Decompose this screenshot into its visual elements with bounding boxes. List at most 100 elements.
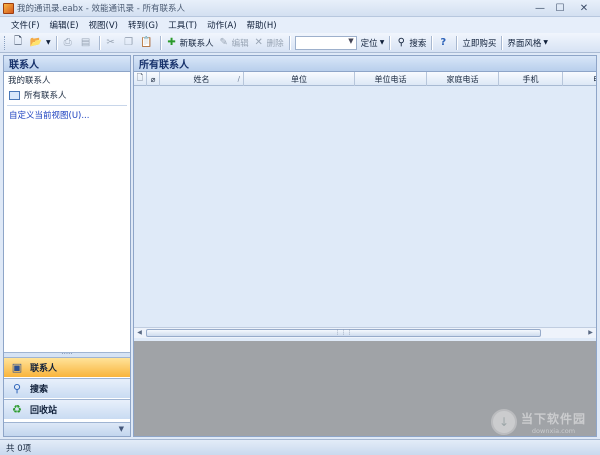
contacts-view: 所有联系人 🗋 ⌀ 姓名 / 单位 单位电话 家庭电话 手机 电 ◀ ⋮⋮⋮ ▶ bbox=[133, 55, 597, 437]
nav-pane-options-button[interactable]: ▼ bbox=[4, 422, 130, 436]
column-type[interactable]: 🗋 bbox=[134, 72, 147, 86]
status-text: 共 0项 bbox=[6, 443, 32, 454]
nav-button-contacts[interactable]: ▣ 联系人 bbox=[4, 357, 130, 377]
menu-edit[interactable]: 编辑(E) bbox=[45, 19, 84, 31]
toolbar: 🗋 📂 ▼ ⎙ ▤ ✂ ❐ 📋 ✚ 新联系人 ✎ 编辑 ✕ 删除 ▼ 定位 ▼ ⚲ 搜索 ?… bbox=[0, 33, 600, 53]
search-button[interactable]: ⚲ 搜索 bbox=[393, 35, 428, 51]
minimize-button[interactable]: — bbox=[530, 1, 550, 15]
column-work-phone[interactable]: 单位电话 bbox=[355, 72, 427, 86]
delete-label: 删除 bbox=[266, 38, 284, 49]
column-company[interactable]: 单位 bbox=[244, 72, 355, 86]
menu-view[interactable]: 视图(V) bbox=[84, 19, 123, 31]
toolbar-separator bbox=[159, 35, 161, 50]
copy-icon: ❐ bbox=[124, 37, 134, 48]
plus-icon: ✚ bbox=[167, 37, 176, 48]
search-label: 搜索 bbox=[409, 38, 427, 49]
help-button[interactable]: ? bbox=[435, 35, 453, 51]
scroll-left-icon[interactable]: ◀ bbox=[135, 329, 144, 337]
nav-button-label: 搜索 bbox=[30, 385, 49, 395]
print-button[interactable]: ⎙ bbox=[60, 35, 78, 51]
delete-x-icon: ✕ bbox=[254, 37, 263, 48]
column-headers: 🗋 ⌀ 姓名 / 单位 单位电话 家庭电话 手机 电 bbox=[134, 72, 596, 86]
scrollbar-thumb[interactable]: ⋮⋮⋮ bbox=[146, 329, 541, 337]
locate-button[interactable]: 定位 ▼ bbox=[359, 35, 387, 51]
menu-file[interactable]: 文件(F) bbox=[6, 19, 45, 31]
nav-button-label: 回收站 bbox=[30, 406, 58, 416]
tree-item-all-contacts[interactable]: 所有联系人 bbox=[4, 88, 130, 102]
contact-card-icon bbox=[9, 90, 20, 100]
nav-button-recycle-bin[interactable]: ♻ 回收站 bbox=[4, 399, 130, 419]
print-preview-button[interactable]: ▤ bbox=[78, 35, 96, 51]
column-label: 单位电话 bbox=[374, 74, 407, 84]
new-contact-button[interactable]: ✚ 新联系人 bbox=[164, 35, 216, 51]
chevron-down-icon: ▼ bbox=[348, 36, 354, 45]
divider bbox=[7, 105, 127, 106]
group-label: 我的联系人 bbox=[8, 76, 51, 86]
nav-button-label: 联系人 bbox=[30, 364, 58, 374]
toolbar-separator bbox=[501, 35, 503, 50]
open-button[interactable]: 📂 ▼ bbox=[28, 35, 53, 51]
column-label: 电 bbox=[593, 74, 596, 85]
status-bar: 共 0项 bbox=[0, 439, 600, 455]
watermark-logo-icon: ↓ bbox=[490, 409, 517, 435]
print-preview-icon: ▤ bbox=[80, 37, 91, 48]
column-name[interactable]: 姓名 / bbox=[160, 72, 244, 86]
open-folder-icon: 📂 bbox=[29, 37, 43, 48]
column-label: 姓名 bbox=[193, 74, 210, 84]
toolbar-grip[interactable] bbox=[4, 35, 7, 50]
recycle-icon: ♻ bbox=[12, 403, 22, 416]
cut-button[interactable]: ✂ bbox=[103, 35, 121, 51]
document-icon: 🗋 bbox=[136, 73, 144, 82]
cut-icon: ✂ bbox=[106, 37, 115, 48]
ui-style-label: 界面风格 bbox=[507, 38, 542, 49]
paste-icon: 📋 bbox=[140, 37, 153, 48]
help-icon: ? bbox=[440, 37, 447, 48]
new-file-button[interactable]: 🗋 bbox=[10, 35, 28, 51]
title-bar: 我的通讯录.eabx - 效能通讯录 - 所有联系人 — ☐ ✕ bbox=[0, 0, 600, 17]
chevron-down-icon: ▼ bbox=[379, 39, 385, 46]
menu-actions[interactable]: 动作(A) bbox=[202, 19, 241, 31]
column-mobile[interactable]: 手机 bbox=[499, 72, 563, 86]
watermark-text: 当下软件园 downxia.com bbox=[521, 410, 586, 435]
paperclip-icon: ⌀ bbox=[150, 74, 156, 84]
customize-view-link[interactable]: 自定义当前视图(U)... bbox=[4, 109, 130, 121]
toolbar-separator bbox=[431, 35, 433, 50]
chevron-down-icon: ▼ bbox=[543, 39, 548, 46]
window-controls: — ☐ ✕ bbox=[530, 1, 598, 15]
navigation-pane: 联系人 我的联系人 所有联系人 自定义当前视图(U)... ····· ▣ 联系… bbox=[3, 55, 131, 437]
copy-button[interactable]: ❐ bbox=[121, 35, 139, 51]
menu-goto[interactable]: 转到(G) bbox=[123, 19, 163, 31]
nav-button-search[interactable]: ⚲ 搜索 bbox=[4, 378, 130, 398]
print-icon: ⎙ bbox=[63, 37, 72, 48]
search-icon: ⚲ bbox=[397, 37, 405, 48]
close-button[interactable]: ✕ bbox=[570, 1, 598, 15]
new-file-icon: 🗋 bbox=[13, 36, 23, 47]
column-home-phone[interactable]: 家庭电话 bbox=[427, 72, 499, 86]
paste-button[interactable]: 📋 bbox=[139, 35, 157, 51]
column-more[interactable]: 电 bbox=[563, 72, 596, 86]
sort-icon: / bbox=[237, 75, 240, 83]
maximize-button[interactable]: ☐ bbox=[550, 1, 570, 15]
contacts-icon: ▣ bbox=[11, 361, 23, 374]
buy-now-button[interactable]: 立即购买 bbox=[460, 35, 498, 51]
column-attachment[interactable]: ⌀ bbox=[147, 72, 160, 86]
ui-style-button[interactable]: 界面风格 ▼ bbox=[505, 35, 550, 51]
pencil-icon: ✎ bbox=[219, 37, 228, 48]
edit-label: 编辑 bbox=[231, 38, 249, 49]
menu-tools[interactable]: 工具(T) bbox=[163, 19, 202, 31]
scroll-right-icon[interactable]: ▶ bbox=[586, 329, 595, 337]
locate-combo[interactable]: ▼ bbox=[294, 35, 357, 50]
menu-help[interactable]: 帮助(H) bbox=[242, 19, 282, 31]
menu-bar: 文件(F) 编辑(E) 视图(V) 转到(G) 工具(T) 动作(A) 帮助(H… bbox=[0, 17, 600, 33]
tree-item-label: 所有联系人 bbox=[24, 91, 67, 101]
view-title: 所有联系人 bbox=[134, 56, 596, 72]
edit-button[interactable]: ✎ 编辑 bbox=[216, 35, 251, 51]
toolbar-separator bbox=[288, 35, 290, 50]
locate-label: 定位 bbox=[360, 38, 378, 49]
toolbar-separator bbox=[389, 35, 391, 50]
horizontal-scrollbar[interactable]: ◀ ⋮⋮⋮ ▶ bbox=[134, 327, 596, 338]
column-label: 单位 bbox=[291, 74, 307, 84]
contact-list[interactable] bbox=[134, 86, 596, 327]
delete-button[interactable]: ✕ 删除 bbox=[251, 35, 286, 51]
watermark-en: downxia.com bbox=[531, 426, 576, 435]
